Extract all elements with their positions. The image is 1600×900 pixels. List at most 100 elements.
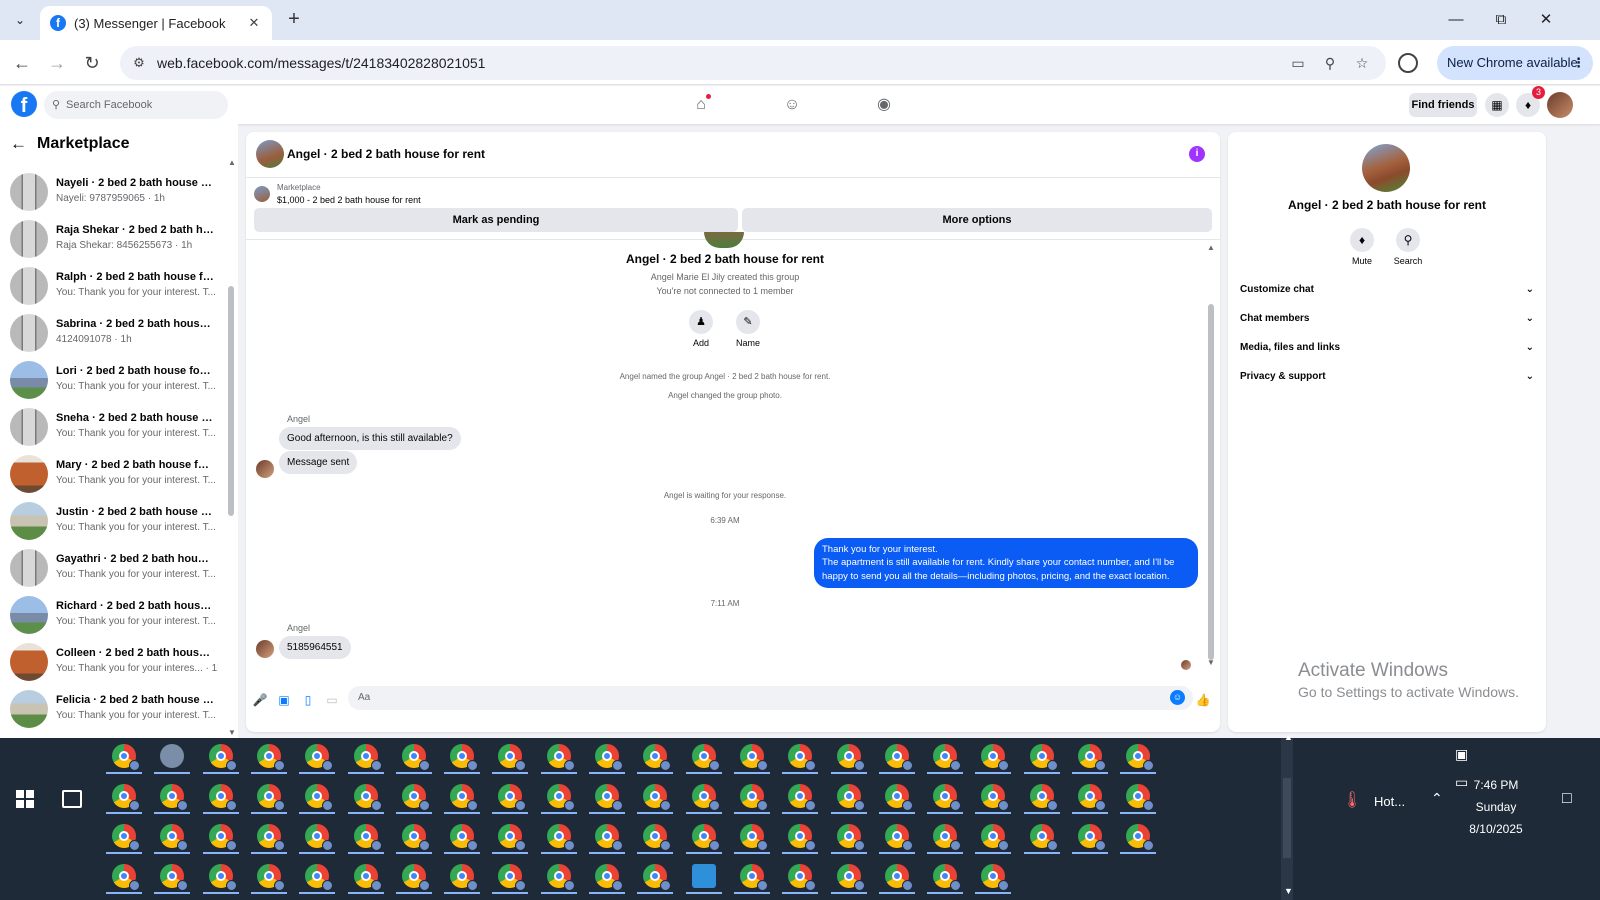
chrome-window-icon[interactable]	[739, 864, 768, 891]
listing-thumbnail[interactable]	[254, 186, 270, 202]
privacy-support-section[interactable]: Privacy & support ⌄	[1240, 365, 1538, 389]
chrome-window-icon[interactable]	[256, 784, 285, 811]
chrome-window-icon[interactable]	[884, 744, 913, 771]
friends-icon[interactable]: ☺	[782, 95, 802, 115]
name-group-button[interactable]: ✎ Name	[728, 310, 768, 348]
sticker-icon[interactable]: ▯	[300, 692, 316, 708]
chrome-window-icon[interactable]	[305, 824, 334, 851]
chat-members-section[interactable]: Chat members ⌄	[1240, 307, 1538, 331]
chat-scrollbar[interactable]	[1207, 240, 1215, 676]
minimize-button[interactable]: —	[1441, 8, 1471, 32]
bookmark-star-icon[interactable]: ☆	[1352, 53, 1372, 73]
task-view-icon[interactable]	[62, 790, 82, 808]
chrome-window-icon[interactable]	[208, 824, 237, 851]
chrome-window-icon[interactable]	[450, 784, 479, 811]
chrome-profile-icon[interactable]	[1398, 53, 1418, 73]
chrome-window-icon[interactable]	[112, 824, 140, 851]
customize-chat-section[interactable]: Customize chat ⌄	[1240, 278, 1538, 302]
message-bubble[interactable]: 5185964551	[279, 636, 351, 659]
chrome-window-icon[interactable]	[595, 824, 623, 851]
chrome-window-icon[interactable]	[112, 744, 140, 771]
chrome-window-icon[interactable]	[256, 864, 285, 891]
chrome-window-icon[interactable]	[498, 784, 527, 811]
browser-tab[interactable]: f (3) Messenger | Facebook ✕	[40, 6, 272, 40]
chat-scroll-up-icon[interactable]: ▲	[1207, 243, 1215, 252]
mark-as-pending-button[interactable]: Mark as pending	[254, 208, 738, 232]
chrome-window-icon[interactable]	[256, 824, 285, 851]
chrome-window-icon[interactable]	[305, 864, 334, 891]
forward-button[interactable]: →	[44, 50, 70, 76]
chrome-window-icon[interactable]	[160, 784, 189, 811]
chrome-window-icon[interactable]	[305, 744, 334, 771]
site-info-icon[interactable]: ⚙	[130, 54, 148, 72]
chrome-window-icon[interactable]	[884, 864, 913, 891]
chrome-window-icon[interactable]	[933, 824, 962, 851]
my-message-bubble[interactable]: Thank you for your interest. The apartme…	[814, 538, 1198, 588]
chrome-window-icon[interactable]	[546, 824, 575, 851]
listing-title[interactable]: $1,000 - 2 bed 2 bath house for rent	[277, 195, 421, 205]
chrome-window-icon[interactable]	[595, 744, 623, 771]
chrome-window-icon[interactable]	[208, 784, 237, 811]
chrome-window-icon[interactable]	[691, 824, 720, 851]
chrome-window-icon[interactable]	[643, 824, 672, 851]
back-arrow-icon[interactable]: ←	[10, 134, 27, 154]
chrome-window-icon[interactable]	[933, 864, 962, 891]
facebook-logo-icon[interactable]: f	[11, 91, 37, 117]
scroll-up-arrow-icon[interactable]: ▲	[228, 158, 236, 167]
message-bubble[interactable]: Message sent	[279, 451, 358, 474]
app-window-icon[interactable]	[160, 744, 185, 768]
chrome-window-icon[interactable]	[933, 744, 962, 771]
conversation-item[interactable]: Felicia · 2 bed 2 bath house for rent You…	[10, 688, 218, 732]
chrome-window-icon[interactable]	[836, 744, 865, 771]
photos-app-icon[interactable]	[691, 864, 716, 888]
add-member-button[interactable]: ♟ Add	[681, 310, 721, 348]
new-tab-button[interactable]: +	[282, 8, 306, 32]
chrome-window-icon[interactable]	[739, 824, 768, 851]
message-input[interactable]: Aa ☺	[348, 686, 1193, 710]
chrome-window-icon[interactable]	[788, 744, 817, 771]
gif-icon[interactable]: ▭	[324, 692, 340, 708]
conversation-item[interactable]: Gayathri · 2 bed 2 bath house for rent Yo…	[10, 547, 218, 591]
chrome-window-icon[interactable]	[1029, 784, 1058, 811]
taskbar-scrollbar[interactable]	[1281, 738, 1293, 900]
chrome-window-icon[interactable]	[1126, 744, 1155, 771]
search-conversation-button[interactable]: ⚲ Search	[1388, 228, 1428, 266]
chrome-window-icon[interactable]	[643, 784, 672, 811]
menu-grid-icon[interactable]: ▦	[1485, 93, 1509, 117]
new-chrome-available-button[interactable]: New Chrome available ⋮	[1437, 46, 1593, 80]
chrome-window-icon[interactable]	[933, 784, 962, 811]
chrome-window-icon[interactable]	[691, 744, 720, 771]
chrome-window-icon[interactable]	[691, 784, 720, 811]
chrome-window-icon[interactable]	[208, 864, 237, 891]
emoji-icon[interactable]: ☺	[1170, 690, 1185, 705]
chrome-window-icon[interactable]	[450, 824, 479, 851]
address-bar[interactable]: ⚙ web.facebook.com/messages/t/2418340282…	[120, 46, 1386, 80]
chrome-window-icon[interactable]	[981, 864, 1010, 891]
sender-avatar[interactable]	[256, 640, 274, 658]
chrome-window-icon[interactable]	[981, 744, 1010, 771]
weather-text[interactable]: Hot...	[1374, 794, 1405, 809]
conversation-item[interactable]: Richard · 2 bed 2 bath house for rent You…	[10, 594, 218, 638]
chrome-window-icon[interactable]	[643, 864, 672, 891]
chrome-window-icon[interactable]	[836, 824, 865, 851]
conversation-item[interactable]: Colleen · 2 bed 2 bath house for rent You…	[10, 641, 218, 685]
meet-now-icon[interactable]: ▣	[1455, 746, 1468, 763]
chrome-window-icon[interactable]	[112, 864, 140, 891]
chrome-window-icon[interactable]	[1078, 744, 1106, 771]
conversation-item[interactable]: Mary · 2 bed 2 bath house for rent You: T…	[10, 453, 218, 497]
chrome-window-icon[interactable]	[353, 864, 382, 891]
microphone-icon[interactable]: 🎤	[252, 692, 268, 708]
conversation-item[interactable]: Sneha · 2 bed 2 bath house for rent You: …	[10, 406, 218, 450]
info-icon[interactable]: i	[1189, 146, 1205, 162]
chrome-window-icon[interactable]	[643, 744, 672, 771]
chrome-window-icon[interactable]	[595, 864, 623, 891]
scroll-down-arrow-icon[interactable]: ▼	[228, 728, 236, 737]
chrome-window-icon[interactable]	[305, 784, 334, 811]
image-attach-icon[interactable]: ▣	[276, 692, 292, 708]
sender-avatar[interactable]	[256, 460, 274, 478]
chrome-window-icon[interactable]	[353, 744, 382, 771]
restore-button[interactable]: ⧉	[1486, 8, 1516, 32]
chrome-window-icon[interactable]	[739, 744, 768, 771]
chrome-window-icon[interactable]	[256, 744, 285, 771]
window-close-button[interactable]: ✕	[1531, 8, 1561, 32]
